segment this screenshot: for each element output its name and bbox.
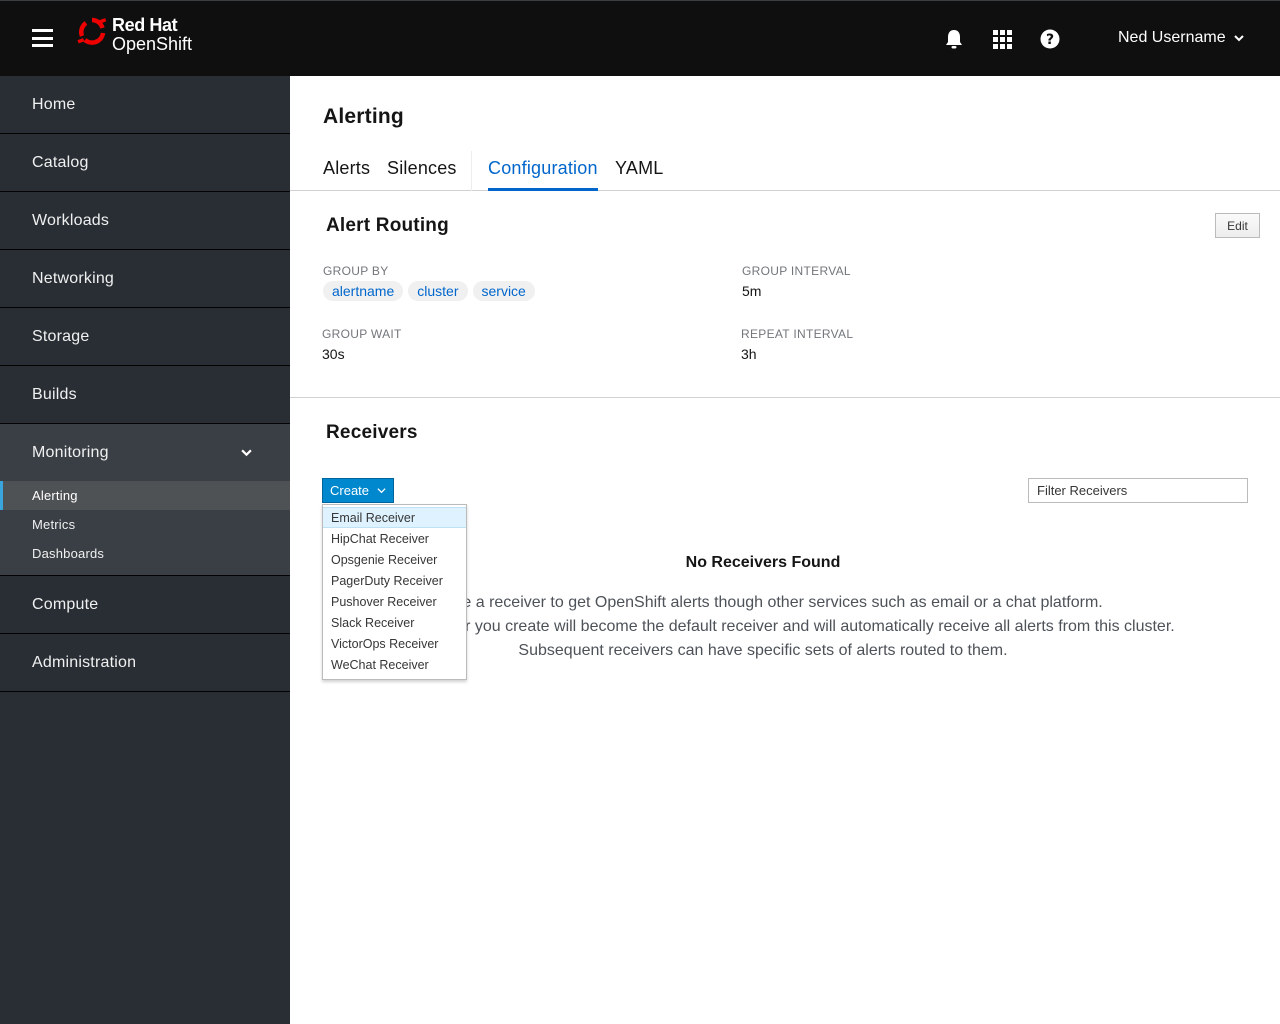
menu-item-pushover-receiver[interactable]: Pushover Receiver (323, 591, 466, 612)
tab-divider (471, 151, 472, 191)
tab-configuration[interactable]: Configuration (488, 158, 598, 191)
menu-item-hipchat-receiver[interactable]: HipChat Receiver (323, 528, 466, 549)
sidebar-subitem-dashboards[interactable]: Dashboards (0, 539, 290, 568)
create-receiver-menu: Email Receiver HipChat Receiver Opsgenie… (322, 504, 467, 680)
menu-item-pagerduty-receiver[interactable]: PagerDuty Receiver (323, 570, 466, 591)
sidebar-subitem-label: Dashboards (32, 546, 105, 561)
product-name: OpenShift (112, 34, 193, 54)
group-interval-value: 5m (742, 283, 762, 299)
sidebar-item-compute[interactable]: Compute (0, 576, 290, 634)
sidebar-subitem-metrics[interactable]: Metrics (0, 510, 290, 539)
tab-alerts[interactable]: Alerts (323, 158, 370, 191)
sidebar-subitem-label: Alerting (32, 488, 78, 503)
menu-item-wechat-receiver[interactable]: WeChat Receiver (323, 654, 466, 675)
help-icon[interactable]: ? (1039, 28, 1061, 50)
create-receiver-dropdown-button[interactable]: Create (322, 478, 394, 503)
brand-logo[interactable]: Red Hat OpenShift (77, 16, 192, 62)
sidebar-item-label: Administration (32, 653, 137, 671)
receivers-heading: Receivers (326, 422, 418, 443)
chevron-down-icon (377, 488, 386, 494)
tab-yaml[interactable]: YAML (615, 158, 663, 191)
sidebar-item-catalog[interactable]: Catalog (0, 134, 290, 192)
tab-silences[interactable]: Silences (387, 158, 457, 191)
group-interval-label: GROUP INTERVAL (742, 264, 851, 278)
filter-receivers-input[interactable] (1028, 478, 1248, 503)
sidebar-subitem-alerting[interactable]: Alerting (0, 481, 290, 510)
section-divider (290, 397, 1280, 398)
sidebar-nav: Home Catalog Workloads Networking Storag… (0, 76, 290, 1024)
sidebar-item-storage[interactable]: Storage (0, 308, 290, 366)
sidebar-item-networking[interactable]: Networking (0, 250, 290, 308)
sidebar-item-home[interactable]: Home (0, 76, 290, 134)
tab-bar: Alerts Silences Configuration YAML (290, 151, 1280, 191)
bell-icon[interactable] (943, 28, 965, 50)
brand-name: Red Hat (112, 15, 178, 35)
page-title: Alerting (323, 105, 404, 128)
svg-text:?: ? (1046, 32, 1054, 48)
masthead: Red Hat OpenShift ? Ned Username (0, 0, 1280, 76)
app-launcher-grid-icon[interactable] (991, 28, 1013, 50)
menu-item-opsgenie-receiver[interactable]: Opsgenie Receiver (323, 549, 466, 570)
group-by-chips: alertname cluster service (323, 281, 535, 301)
user-menu-toggle[interactable]: Ned Username (1118, 29, 1244, 47)
group-by-chip[interactable]: alertname (323, 281, 404, 301)
create-button-label: Create (330, 483, 370, 498)
user-name: Ned Username (1118, 29, 1226, 46)
sidebar-item-label: Monitoring (32, 443, 109, 461)
menu-item-email-receiver[interactable]: Email Receiver (323, 507, 466, 528)
sidebar-item-administration[interactable]: Administration (0, 634, 290, 692)
sidebar-item-builds[interactable]: Builds (0, 366, 290, 424)
group-by-chip[interactable]: service (472, 281, 535, 301)
repeat-interval-label: REPEAT INTERVAL (741, 327, 854, 341)
sidebar-item-label: Builds (32, 385, 77, 403)
chevron-down-icon (1233, 35, 1244, 42)
group-by-chip[interactable]: cluster (408, 281, 468, 301)
sidebar-item-label: Storage (32, 327, 90, 345)
sidebar-item-workloads[interactable]: Workloads (0, 192, 290, 250)
group-by-label: GROUP BY (323, 264, 389, 278)
hamburger-menu-button[interactable] (32, 29, 53, 47)
chevron-down-icon (241, 449, 252, 457)
sidebar-item-label: Workloads (32, 211, 110, 229)
repeat-interval-value: 3h (741, 346, 757, 362)
sidebar-item-monitoring[interactable]: Monitoring (0, 424, 290, 481)
sidebar-item-label: Catalog (32, 153, 89, 171)
group-wait-value: 30s (322, 346, 345, 362)
main-content: Alerting Alerts Silences Configuration Y… (290, 76, 1280, 1024)
sidebar-item-label: Networking (32, 269, 115, 287)
sidebar-subitem-label: Metrics (32, 517, 76, 532)
alert-routing-heading: Alert Routing (326, 215, 449, 236)
group-wait-label: GROUP WAIT (322, 327, 402, 341)
sidebar-item-label: Compute (32, 595, 99, 613)
monitoring-subnav: Alerting Metrics Dashboards (0, 481, 290, 576)
sidebar-item-label: Home (32, 95, 76, 113)
edit-button[interactable]: Edit (1215, 213, 1260, 238)
menu-item-victorops-receiver[interactable]: VictorOps Receiver (323, 633, 466, 654)
openshift-logo-icon (77, 17, 107, 45)
menu-item-slack-receiver[interactable]: Slack Receiver (323, 612, 466, 633)
